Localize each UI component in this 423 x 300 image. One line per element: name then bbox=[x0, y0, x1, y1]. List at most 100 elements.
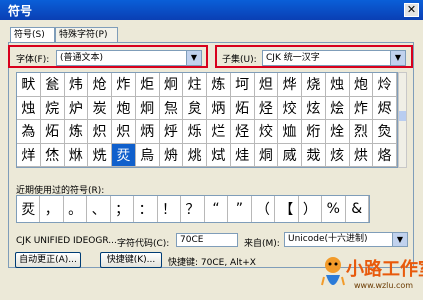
symbol-cell[interactable]: 炼 bbox=[64, 120, 89, 144]
symbol-cell[interactable]: 烇 bbox=[325, 120, 350, 144]
symbol-cell[interactable]: 烛 bbox=[17, 96, 41, 120]
symbol-cell[interactable]: 炰 bbox=[159, 96, 184, 120]
symbol-cell[interactable]: 炟 bbox=[254, 73, 279, 97]
subset-label: 子集(U): bbox=[222, 55, 257, 65]
symbol-cell[interactable]: 炱 bbox=[183, 96, 207, 120]
tab-special-characters[interactable]: 特殊字符(P) bbox=[55, 27, 118, 42]
symbol-cell[interactable]: 烀 bbox=[159, 120, 184, 144]
symbol-cell[interactable]: 烓 bbox=[230, 143, 255, 167]
symbol-cell[interactable]: 烏 bbox=[135, 143, 160, 167]
symbol-cell[interactable]: 烧 bbox=[302, 73, 326, 97]
recent-symbol-cell[interactable]: ” bbox=[228, 196, 252, 222]
symbol-cell[interactable]: 烩 bbox=[325, 96, 350, 120]
symbol-cell[interactable]: 烙 bbox=[373, 143, 397, 167]
symbol-cell[interactable]: 烕 bbox=[278, 143, 302, 167]
symbol-cell[interactable]: 烃 bbox=[230, 120, 255, 144]
symbol-cell[interactable]: 烂 bbox=[207, 120, 231, 144]
subset-select[interactable]: CJK 统一汉字 ▼ bbox=[262, 50, 406, 66]
symbol-cell[interactable]: 烄 bbox=[278, 96, 302, 120]
recent-symbol-cell[interactable]: “ bbox=[205, 196, 229, 222]
symbol-cell[interactable]: 炜 bbox=[64, 73, 89, 97]
symbol-cell[interactable]: 烗 bbox=[325, 143, 350, 167]
mascot-icon bbox=[321, 257, 345, 286]
chevron-down-icon[interactable]: ▼ bbox=[390, 51, 405, 65]
symbol-cell[interactable]: 烛 bbox=[325, 73, 350, 97]
symbol-cell[interactable]: 烑 bbox=[183, 143, 207, 167]
recent-symbol-cell[interactable]: 烎 bbox=[17, 196, 41, 222]
recent-symbol-cell[interactable]: % bbox=[322, 196, 346, 222]
symbol-cell[interactable]: 坷 bbox=[230, 73, 255, 97]
symbol-cell[interactable]: 畎 bbox=[17, 73, 41, 97]
symbol-cell[interactable]: 炻 bbox=[40, 120, 65, 144]
symbol-cell[interactable]: 炫 bbox=[302, 96, 326, 120]
symbol-cell[interactable]: 烖 bbox=[302, 143, 326, 167]
symbol-cell[interactable]: 烷 bbox=[40, 96, 65, 120]
symbol-cell[interactable]: 烅 bbox=[278, 120, 302, 144]
symbol-cell[interactable]: 烈 bbox=[349, 120, 374, 144]
tab-symbols[interactable]: 符号(S) bbox=[10, 27, 55, 43]
symbol-cell[interactable]: 炸 bbox=[349, 96, 374, 120]
recent-symbol-cell[interactable]: & bbox=[346, 196, 369, 222]
recent-symbol-cell[interactable]: ： bbox=[134, 196, 158, 222]
autocorrect-button[interactable]: 自动更正(A)... bbox=[15, 252, 81, 268]
symbol-cell[interactable]: 烨 bbox=[278, 73, 302, 97]
scrollbar-thumb[interactable] bbox=[399, 111, 406, 121]
shortcut-key-button[interactable]: 快捷键(K)... bbox=[100, 252, 162, 268]
symbol-cell[interactable]: 烊 bbox=[17, 143, 41, 167]
symbol-cell[interactable]: 炸 bbox=[112, 73, 136, 97]
symbol-cell[interactable]: 炮 bbox=[112, 96, 136, 120]
recent-symbol-cell[interactable]: ， bbox=[40, 196, 64, 222]
close-icon[interactable]: ✕ bbox=[404, 3, 419, 17]
symbol-cell[interactable]: 炮 bbox=[349, 73, 374, 97]
symbol-cell[interactable]: 炯 bbox=[159, 73, 184, 97]
font-select[interactable]: (普通文本) ▼ bbox=[56, 50, 202, 66]
symbol-cell[interactable]: 炼 bbox=[207, 73, 231, 97]
recent-symbol-cell[interactable]: ！ bbox=[158, 196, 182, 222]
symbol-cell[interactable]: 炉 bbox=[64, 96, 89, 120]
symbol-cell[interactable]: 炭 bbox=[88, 96, 112, 120]
symbol-cell[interactable]: 烋 bbox=[40, 143, 65, 167]
char-code-input[interactable]: 70CE bbox=[176, 233, 238, 247]
symbol-cell[interactable]: 炽 bbox=[112, 120, 136, 144]
recent-symbol-cell[interactable]: ； bbox=[111, 196, 135, 222]
symbol-grid: 畎瓮炜炝炸炬炯炷炼坷炟烨烧烛炮炩烛烷炉炭炮炯炰炱炳炻烃烄炫烩炸烬為炻炼炽炽炳烀烁… bbox=[16, 72, 398, 168]
symbol-cell[interactable]: 炽 bbox=[88, 120, 112, 144]
from-value: Unicode(十六进制) bbox=[288, 234, 368, 244]
symbol-cell[interactable]: 炩 bbox=[373, 73, 397, 97]
symbol-cell[interactable]: 炳 bbox=[135, 120, 160, 144]
symbol-cell[interactable]: 為 bbox=[17, 120, 41, 144]
recent-symbol-cell[interactable]: （ bbox=[252, 196, 276, 222]
symbol-cell[interactable]: 烬 bbox=[373, 96, 397, 120]
symbol-cell[interactable]: 烉 bbox=[373, 120, 397, 144]
symbol-cell[interactable]: 炻 bbox=[230, 96, 255, 120]
symbol-cell[interactable]: 烍 bbox=[88, 143, 112, 167]
symbol-cell[interactable]: 炷 bbox=[183, 73, 207, 97]
symbol-cell[interactable]: 烌 bbox=[64, 143, 89, 167]
recent-symbol-cell[interactable]: 、 bbox=[87, 196, 111, 222]
symbol-cell[interactable]: 炯 bbox=[135, 96, 160, 120]
symbol-cell[interactable]: 炬 bbox=[135, 73, 160, 97]
recent-symbol-cell[interactable]: 。 bbox=[64, 196, 88, 222]
symbol-cell[interactable]: 瓮 bbox=[40, 73, 65, 97]
symbol-grid-scrollbar[interactable] bbox=[398, 72, 407, 168]
symbol-cell[interactable]: 烄 bbox=[254, 120, 279, 144]
chevron-down-icon[interactable]: ▼ bbox=[186, 51, 201, 65]
recent-symbol-cell[interactable]: ） bbox=[299, 196, 323, 222]
symbol-cell[interactable]: 炝 bbox=[88, 73, 112, 97]
symbol-cell[interactable]: 烘 bbox=[349, 143, 374, 167]
symbol-cell[interactable]: 炳 bbox=[207, 96, 231, 120]
recent-symbol-cell[interactable]: ？ bbox=[181, 196, 205, 222]
recent-symbols: 烎，。、；：！？ “” （【）% & bbox=[16, 195, 370, 223]
watermark-logo: 小路工作室 www.wzlu.com bbox=[320, 255, 423, 297]
symbol-cell[interactable]: 烁 bbox=[183, 120, 207, 144]
symbol-cell[interactable]: 烎 bbox=[112, 143, 136, 167]
symbol-cell[interactable]: 烔 bbox=[254, 143, 279, 167]
from-select[interactable]: Unicode(十六进制) ▼ bbox=[284, 232, 408, 247]
symbol-cell[interactable]: 烒 bbox=[207, 143, 231, 167]
recent-symbol-cell[interactable]: 【 bbox=[275, 196, 299, 222]
symbol-cell[interactable]: 烃 bbox=[254, 96, 279, 120]
font-label: 字体(F): bbox=[16, 55, 50, 65]
symbol-cell[interactable]: 烆 bbox=[302, 120, 326, 144]
symbol-cell[interactable]: 烐 bbox=[159, 143, 184, 167]
chevron-down-icon[interactable]: ▼ bbox=[392, 233, 407, 246]
